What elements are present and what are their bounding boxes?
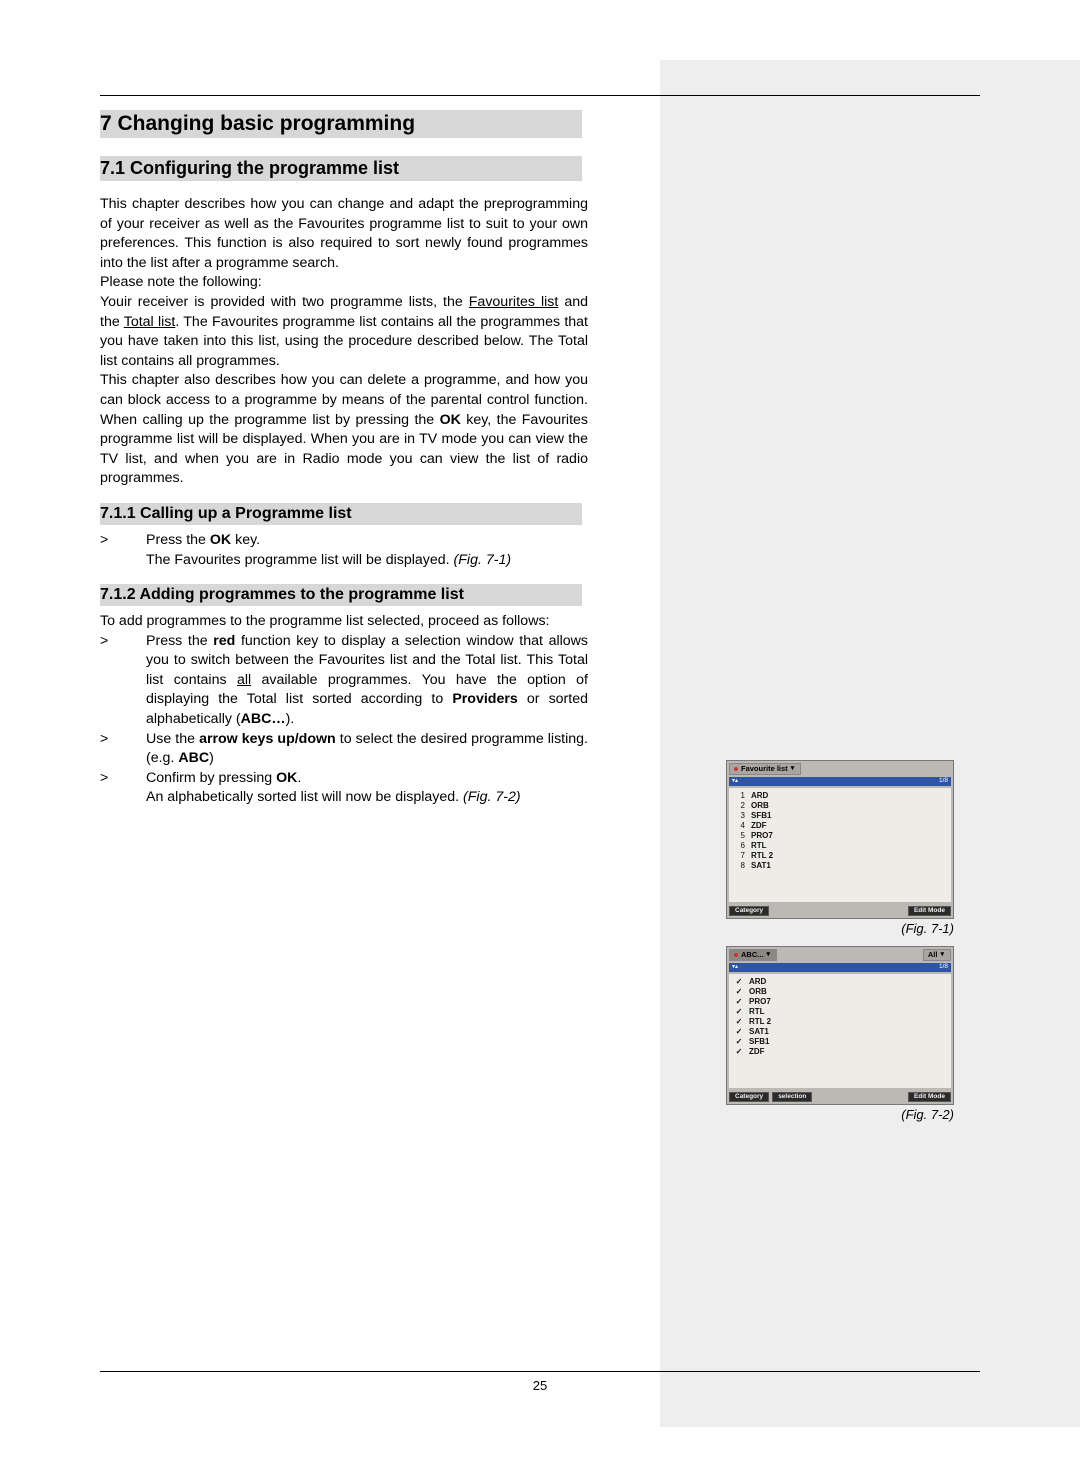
- osd-button: Edit Mode: [908, 1092, 951, 1103]
- figure-7-2: ABC...▾ All▾ ▾▴1/8 ✓ARD✓ORB✓PRO7✓RTL✓RTL…: [726, 946, 954, 1122]
- figure-caption: (Fig. 7-1): [726, 921, 954, 936]
- osd-button: Category: [729, 1092, 769, 1103]
- step: > Confirm by pressing OK. An alphabetica…: [100, 769, 588, 808]
- paragraph: Please note the following:: [100, 273, 588, 293]
- heading-subsection: 7.1.1 Calling up a Programme list: [100, 503, 582, 525]
- heading-section: 7.1 Configuring the programme list: [100, 156, 582, 181]
- osd-tab: All▾: [923, 949, 951, 961]
- heading-subsection: 7.1.2 Adding programmes to the programme…: [100, 584, 582, 606]
- step: > Use the arrow keys up/down to select t…: [100, 730, 588, 769]
- step: > Press the red function key to display …: [100, 632, 588, 730]
- paragraph: Youir receiver is provided with two prog…: [100, 293, 588, 371]
- osd-tab: Favourite list▾: [729, 763, 801, 775]
- page-number: 25: [100, 1378, 980, 1393]
- page-content: 7 Changing basic programming 7.1 Configu…: [100, 95, 980, 1372]
- step: > Press the OK key. The Favourites progr…: [100, 531, 588, 570]
- figure-7-1: Favourite list▾ ▾▴1/8 1ARD2ORB3SFB14ZDF5…: [726, 760, 954, 936]
- paragraph: This chapter also describes how you can …: [100, 371, 588, 489]
- osd-button: Category: [729, 906, 769, 917]
- osd-button: Edit Mode: [908, 906, 951, 917]
- figure-caption: (Fig. 7-2): [726, 1107, 954, 1122]
- osd-tab: ABC...▾: [729, 949, 777, 961]
- heading-chapter: 7 Changing basic programming: [100, 110, 582, 138]
- paragraph: To add programmes to the programme list …: [100, 612, 588, 632]
- osd-button: selection: [772, 1092, 812, 1103]
- paragraph: This chapter describes how you can chang…: [100, 195, 588, 273]
